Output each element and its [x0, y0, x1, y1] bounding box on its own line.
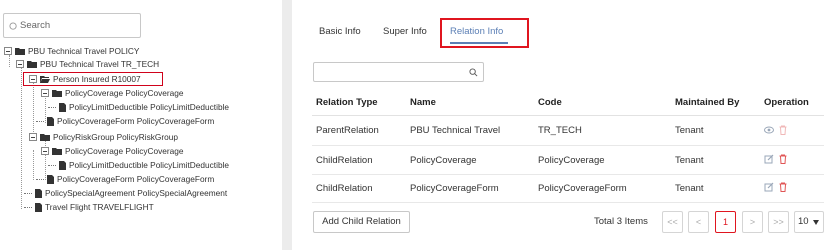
row-divider: [312, 145, 824, 146]
tree-node[interactable]: PolicyCoverageForm PolicyCoverageForm: [36, 173, 214, 185]
cell-maintained-by: Tenant: [675, 125, 704, 136]
tab-super-info[interactable]: Super Info: [383, 26, 427, 37]
selected-node-highlight: [23, 72, 163, 86]
tree-node-label: PBU Technical Travel TR_TECH: [40, 59, 160, 69]
delete-icon[interactable]: [778, 182, 788, 192]
search-icon[interactable]: [469, 68, 478, 77]
page-size-select[interactable]: 10: [794, 211, 824, 233]
column-header-operation: Operation: [764, 97, 809, 108]
cell-code: PolicyCoverage: [538, 155, 605, 166]
collapse-toggle[interactable]: [4, 47, 12, 55]
tree-node[interactable]: PolicyLimitDeductible PolicyLimitDeducti…: [48, 101, 229, 113]
tree-node[interactable]: Travel Flight TRAVELFLIGHT: [24, 201, 154, 213]
relation-search-box[interactable]: [313, 62, 484, 82]
folder-icon: [52, 147, 62, 155]
relation-search-input[interactable]: [318, 65, 468, 80]
cell-name: PolicyCoverage: [410, 155, 477, 166]
tree-node[interactable]: PolicySpecialAgreement PolicySpecialAgre…: [24, 187, 227, 199]
page-size-value: 10: [798, 216, 809, 227]
cell-relation-type: ChildRelation: [316, 183, 373, 194]
column-header-name: Name: [410, 97, 436, 108]
file-icon: [35, 202, 42, 212]
tree-search-input[interactable]: [20, 17, 138, 34]
tree-connector: [24, 192, 32, 194]
folder-icon: [27, 60, 37, 68]
tree-connector: [36, 178, 44, 180]
tree-search-box[interactable]: [3, 13, 141, 38]
tree-connector: [36, 120, 44, 122]
folder-icon: [15, 47, 25, 55]
cell-code: PolicyCoverageForm: [538, 183, 627, 194]
cell-relation-type: ParentRelation: [316, 125, 379, 136]
file-icon: [47, 174, 54, 184]
total-items: Total 3 Items: [594, 216, 648, 227]
cell-name: PolicyCoverageForm: [410, 183, 499, 194]
tree-panel: PBU Technical Travel POLICY PBU Technica…: [0, 0, 282, 250]
prev-page-button[interactable]: <: [688, 211, 709, 233]
tree-connector: [24, 206, 32, 208]
collapse-toggle[interactable]: [16, 60, 24, 68]
current-page-button[interactable]: 1: [715, 211, 736, 233]
tree-node-label: PolicyRiskGroup PolicyRiskGroup: [53, 132, 178, 142]
cell-maintained-by: Tenant: [675, 183, 704, 194]
next-page-button[interactable]: >: [742, 211, 763, 233]
delete-icon[interactable]: [778, 154, 788, 164]
file-icon: [59, 102, 66, 112]
table-header-divider: [312, 115, 824, 116]
file-icon: [59, 160, 66, 170]
column-header-relation-type: Relation Type: [316, 97, 378, 108]
tree-node[interactable]: PolicyCoverage PolicyCoverage: [41, 145, 184, 157]
file-icon: [47, 116, 54, 126]
tree-node[interactable]: PBU Technical Travel POLICY: [4, 45, 139, 57]
tab-highlight-box: [440, 18, 529, 48]
cell-relation-type: ChildRelation: [316, 155, 373, 166]
edit-icon[interactable]: [764, 154, 774, 164]
tree-node-label: PolicyCoverageForm PolicyCoverageForm: [57, 174, 215, 184]
tree-connector: [48, 106, 56, 108]
collapse-toggle[interactable]: [41, 147, 49, 155]
tree-node-label: PolicyLimitDeductible PolicyLimitDeducti…: [69, 102, 230, 112]
tree-node-label: PolicyLimitDeductible PolicyLimitDeducti…: [69, 160, 230, 170]
file-icon: [35, 188, 42, 198]
tab-basic-info[interactable]: Basic Info: [319, 26, 361, 37]
tree-node-label: PolicySpecialAgreement PolicySpecialAgre…: [45, 188, 228, 198]
collapse-toggle[interactable]: [41, 89, 49, 97]
last-page-button[interactable]: >>: [768, 211, 789, 233]
cell-name: PBU Technical Travel: [410, 125, 501, 136]
row-divider: [312, 202, 824, 203]
tree-connector: [48, 164, 56, 166]
tree-node-label: PolicyCoverage PolicyCoverage: [65, 146, 184, 156]
search-icon: [9, 22, 17, 30]
add-child-relation-button[interactable]: Add Child Relation: [313, 211, 410, 233]
row-divider: [312, 174, 824, 175]
delete-icon[interactable]: [778, 125, 788, 135]
tree-node[interactable]: PolicyRiskGroup PolicyRiskGroup: [29, 131, 178, 143]
tree-node[interactable]: PolicyCoverage PolicyCoverage: [41, 87, 184, 99]
tree-node[interactable]: PolicyLimitDeductible PolicyLimitDeducti…: [48, 159, 229, 171]
column-header-maintained-by: Maintained By: [675, 97, 740, 108]
chevron-down-icon: [813, 220, 819, 225]
column-header-code: Code: [538, 97, 562, 108]
tree-node-label: PolicyCoverage PolicyCoverage: [65, 88, 184, 98]
collapse-toggle[interactable]: [29, 133, 37, 141]
cell-maintained-by: Tenant: [675, 155, 704, 166]
tree-node-label: PBU Technical Travel POLICY: [28, 46, 140, 56]
tree-node-label: Travel Flight TRAVELFLIGHT: [45, 202, 154, 212]
folder-icon: [52, 89, 62, 97]
first-page-button[interactable]: <<: [662, 211, 683, 233]
eye-icon[interactable]: [764, 125, 774, 135]
tree-node-label: PolicyCoverageForm PolicyCoverageForm: [57, 116, 215, 126]
folder-icon: [40, 133, 50, 141]
edit-icon[interactable]: [764, 182, 774, 192]
cell-code: TR_TECH: [538, 125, 582, 136]
tree-node[interactable]: PBU Technical Travel TR_TECH: [16, 58, 159, 70]
tree-node[interactable]: PolicyCoverageForm PolicyCoverageForm: [36, 115, 214, 127]
